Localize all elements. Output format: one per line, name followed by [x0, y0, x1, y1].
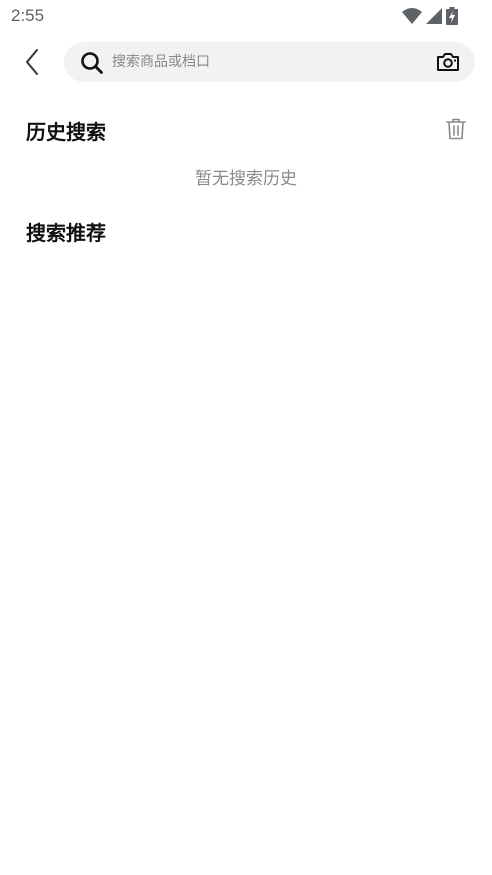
recommend-section-title: 搜索推荐 — [26, 221, 106, 245]
camera-icon — [437, 53, 459, 71]
search-icon — [81, 52, 103, 74]
trash-icon — [446, 118, 466, 140]
search-bar-row — [0, 42, 492, 82]
battery-charging-icon — [446, 7, 458, 25]
camera-button[interactable] — [435, 50, 461, 74]
empty-history-text: 暂无搜索历史 — [195, 169, 297, 189]
cellular-signal-icon — [426, 8, 442, 24]
status-icons — [402, 7, 458, 25]
wifi-icon — [402, 8, 422, 24]
status-bar: 2:55 — [0, 0, 492, 34]
clear-history-button[interactable] — [444, 117, 468, 141]
chevron-left-icon — [26, 49, 38, 75]
search-input[interactable] — [112, 50, 422, 74]
back-button[interactable] — [16, 46, 48, 78]
status-time: 2:55 — [11, 6, 45, 25]
search-box[interactable] — [64, 42, 475, 82]
history-section-title: 历史搜索 — [26, 120, 106, 144]
